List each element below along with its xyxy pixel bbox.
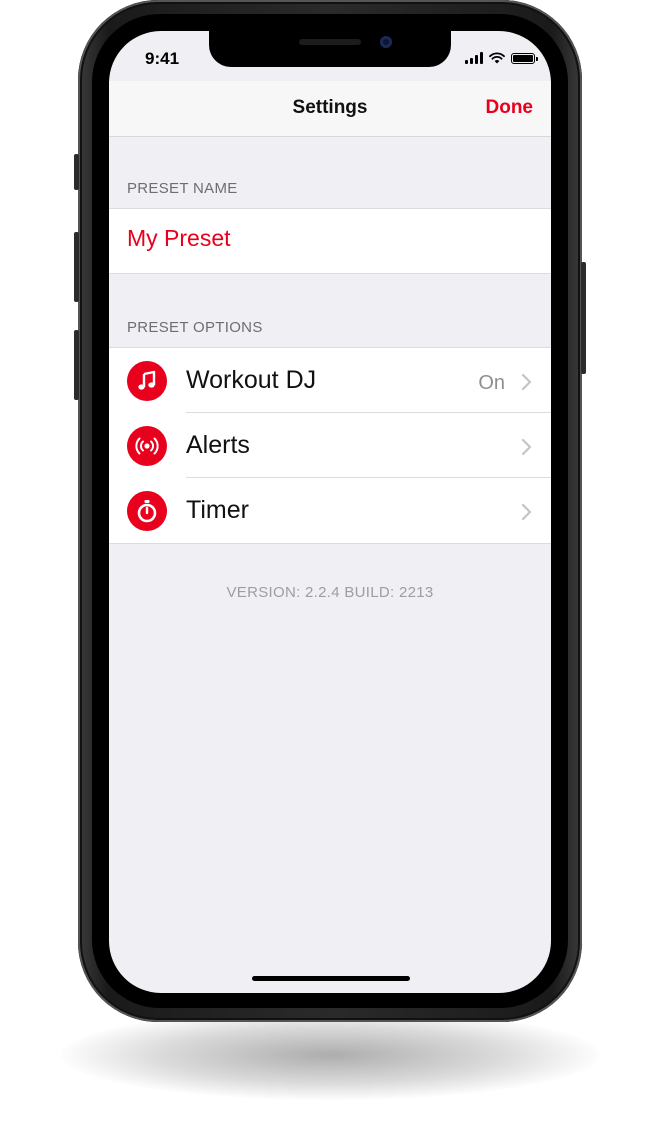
timer-row[interactable]: Timer: [109, 478, 551, 543]
device-shadow: [60, 1010, 600, 1100]
stopwatch-icon: [127, 491, 167, 531]
power-button: [581, 262, 586, 374]
timer-label: Timer: [186, 496, 249, 524]
done-button[interactable]: Done: [486, 97, 534, 119]
status-time: 9:41: [145, 49, 180, 68]
signal-icon: [465, 52, 483, 64]
broadcast-icon: [127, 426, 167, 466]
preset-options-header: PRESET OPTIONS: [127, 319, 263, 336]
volume-up-button: [74, 232, 79, 302]
battery-icon: [511, 52, 538, 64]
screen: 9:41 Settings Done PRESET NAME My Preset…: [109, 31, 551, 993]
speaker-grille: [299, 39, 361, 45]
mute-switch: [74, 154, 79, 190]
wifi-icon: [489, 52, 505, 64]
navigation-bar: Settings Done: [109, 81, 551, 137]
workout-dj-status: On: [478, 372, 505, 394]
alerts-label: Alerts: [186, 431, 250, 459]
workout-dj-label: Workout DJ: [186, 366, 317, 394]
home-indicator[interactable]: [252, 976, 410, 981]
notch: [209, 31, 451, 67]
alerts-row[interactable]: Alerts: [109, 413, 551, 478]
music-note-icon: [127, 361, 167, 401]
front-camera: [380, 36, 392, 48]
preset-options-group: Workout DJ On Alerts Timer: [109, 347, 551, 544]
chevron-right-icon: [521, 373, 532, 391]
chevron-right-icon: [521, 438, 532, 456]
preset-name-field[interactable]: My Preset: [127, 225, 231, 252]
chevron-right-icon: [521, 503, 532, 521]
version-label: VERSION: 2.2.4 BUILD: 2213: [226, 584, 434, 601]
status-icons: [465, 51, 538, 65]
workout-dj-row[interactable]: Workout DJ On: [109, 348, 551, 413]
preset-name-group: My Preset: [109, 208, 551, 274]
preset-name-header: PRESET NAME: [127, 180, 238, 197]
volume-down-button: [74, 330, 79, 400]
